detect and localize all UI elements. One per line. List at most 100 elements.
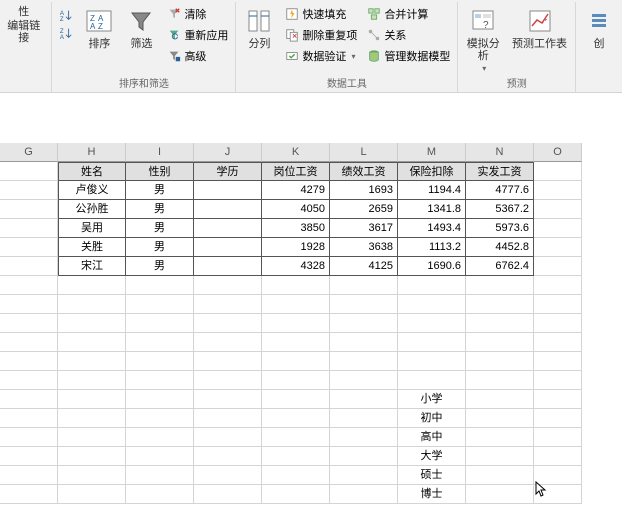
cell[interactable] — [0, 485, 58, 504]
cell[interactable]: 绩效工资 — [330, 162, 398, 181]
sort-desc-button[interactable]: ZA — [56, 24, 76, 42]
cell[interactable]: 博士 — [398, 485, 466, 504]
cell[interactable] — [126, 333, 194, 352]
clear-filter-button[interactable]: 清除 — [164, 4, 231, 24]
cell[interactable] — [194, 485, 262, 504]
cell[interactable] — [534, 314, 582, 333]
cell[interactable] — [398, 314, 466, 333]
cell[interactable] — [466, 428, 534, 447]
cell[interactable] — [330, 352, 398, 371]
cell[interactable] — [534, 257, 582, 276]
cell[interactable]: 5973.6 — [466, 219, 534, 238]
cell[interactable] — [58, 352, 126, 371]
cell[interactable]: 男 — [126, 219, 194, 238]
cell[interactable] — [58, 314, 126, 333]
cell[interactable]: 硕士 — [398, 466, 466, 485]
col-header[interactable]: L — [330, 143, 398, 162]
cell[interactable] — [0, 238, 58, 257]
cell[interactable] — [534, 352, 582, 371]
col-header[interactable]: N — [466, 143, 534, 162]
cell[interactable] — [126, 485, 194, 504]
cell[interactable] — [330, 447, 398, 466]
cell[interactable] — [194, 428, 262, 447]
cell[interactable] — [0, 219, 58, 238]
cell[interactable] — [194, 390, 262, 409]
cell[interactable] — [0, 200, 58, 219]
cell[interactable]: 男 — [126, 181, 194, 200]
cell[interactable] — [126, 352, 194, 371]
cell[interactable] — [534, 390, 582, 409]
cell[interactable] — [466, 333, 534, 352]
cell[interactable]: 1341.8 — [398, 200, 466, 219]
cell[interactable] — [58, 409, 126, 428]
cell[interactable] — [262, 428, 330, 447]
cell[interactable] — [262, 352, 330, 371]
cell[interactable] — [534, 295, 582, 314]
cell[interactable]: 性别 — [126, 162, 194, 181]
cell[interactable] — [194, 409, 262, 428]
cell[interactable] — [534, 428, 582, 447]
cell[interactable]: 关胜 — [58, 238, 126, 257]
cell[interactable]: 4125 — [330, 257, 398, 276]
cell[interactable]: 1693 — [330, 181, 398, 200]
cell[interactable]: 3638 — [330, 238, 398, 257]
cell[interactable] — [330, 371, 398, 390]
advanced-filter-button[interactable]: 高级 — [164, 46, 231, 66]
cell[interactable] — [0, 314, 58, 333]
cell[interactable] — [330, 428, 398, 447]
cell[interactable] — [0, 162, 58, 181]
text-to-columns-button[interactable]: 分列 — [240, 4, 278, 52]
cell[interactable] — [534, 447, 582, 466]
cell[interactable] — [534, 371, 582, 390]
cell[interactable] — [194, 219, 262, 238]
cell[interactable] — [262, 485, 330, 504]
consolidate-button[interactable]: 合并计算 — [364, 4, 453, 24]
cell[interactable]: 4050 — [262, 200, 330, 219]
cell[interactable] — [466, 314, 534, 333]
cell[interactable] — [330, 390, 398, 409]
cell[interactable] — [0, 466, 58, 485]
cell[interactable] — [194, 238, 262, 257]
cell[interactable] — [534, 276, 582, 295]
cell[interactable] — [126, 447, 194, 466]
cell[interactable] — [0, 352, 58, 371]
manage-data-model-button[interactable]: 管理数据模型 — [364, 46, 453, 66]
cell[interactable]: 男 — [126, 200, 194, 219]
cell[interactable] — [194, 466, 262, 485]
cell[interactable] — [262, 314, 330, 333]
cell[interactable] — [0, 276, 58, 295]
cell[interactable] — [330, 485, 398, 504]
cell[interactable] — [534, 485, 582, 504]
col-header[interactable]: I — [126, 143, 194, 162]
cell[interactable]: 4328 — [262, 257, 330, 276]
cell[interactable] — [0, 257, 58, 276]
cell[interactable] — [194, 314, 262, 333]
cell[interactable]: 男 — [126, 238, 194, 257]
cell[interactable] — [58, 428, 126, 447]
cell[interactable] — [330, 466, 398, 485]
cell[interactable] — [262, 276, 330, 295]
cell[interactable] — [262, 447, 330, 466]
cell[interactable]: 3617 — [330, 219, 398, 238]
cell[interactable] — [126, 295, 194, 314]
cell[interactable] — [330, 295, 398, 314]
cell[interactable] — [330, 409, 398, 428]
cell[interactable] — [194, 200, 262, 219]
cell[interactable] — [466, 466, 534, 485]
cell[interactable]: 保险扣除 — [398, 162, 466, 181]
cell[interactable] — [466, 352, 534, 371]
cell[interactable] — [330, 333, 398, 352]
cell[interactable] — [0, 428, 58, 447]
cell[interactable] — [466, 485, 534, 504]
cell[interactable] — [0, 333, 58, 352]
cell[interactable]: 5367.2 — [466, 200, 534, 219]
cell[interactable] — [194, 181, 262, 200]
col-header[interactable]: O — [534, 143, 582, 162]
cell[interactable] — [194, 447, 262, 466]
forecast-sheet-button[interactable]: 预测工作表 — [508, 4, 571, 52]
cell[interactable]: 6762.4 — [466, 257, 534, 276]
cell[interactable]: 3850 — [262, 219, 330, 238]
reapply-button[interactable]: 重新应用 — [164, 25, 231, 45]
cell[interactable] — [330, 276, 398, 295]
cell[interactable]: 岗位工资 — [262, 162, 330, 181]
